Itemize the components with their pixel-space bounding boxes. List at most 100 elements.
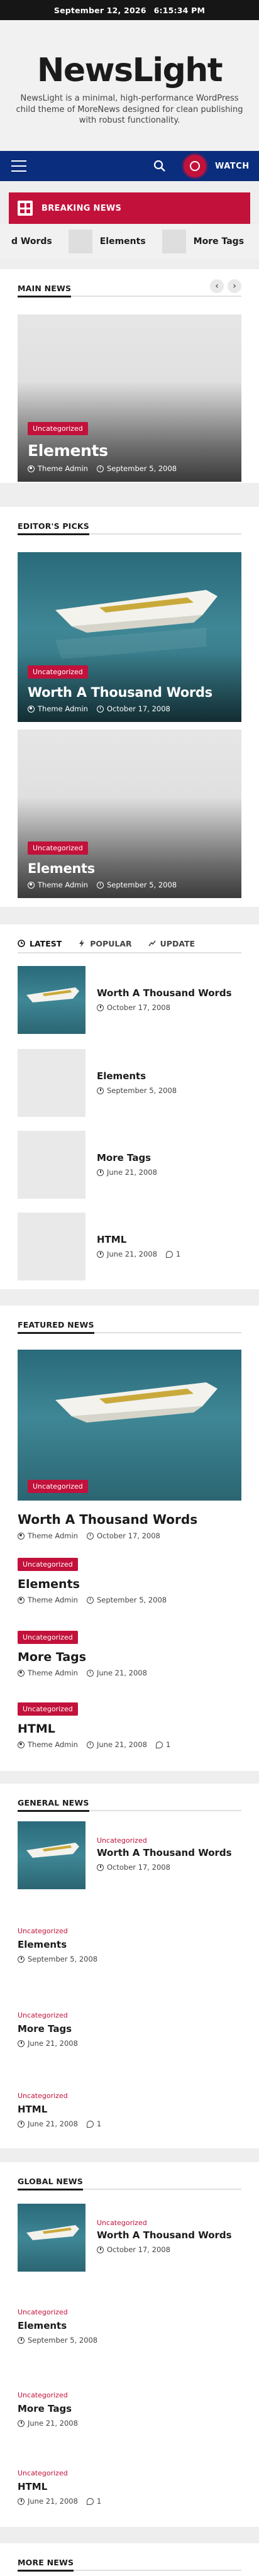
post-date: October 17, 2008	[107, 1863, 170, 1872]
post-title[interactable]: HTML	[97, 1234, 241, 1245]
category-badge[interactable]: Uncategorized	[18, 1631, 78, 1644]
comment-icon	[86, 2120, 94, 2128]
article-title[interactable]: HTML	[18, 1722, 241, 1736]
list-item[interactable]: Worth A Thousand Words October 17, 2008	[18, 966, 241, 1034]
ticker-item[interactable]: d Words	[0, 236, 52, 247]
category-badge[interactable]: Uncategorized	[18, 1702, 78, 1716]
post-title[interactable]: More Tags	[18, 2023, 241, 2035]
ticker-item[interactable]: Elements	[52, 230, 146, 253]
post-thumbnail[interactable]	[18, 1131, 85, 1199]
post-category[interactable]: Uncategorized	[18, 2308, 241, 2316]
post-title[interactable]: Elements	[18, 2320, 241, 2331]
article-title[interactable]: Worth A Thousand Words	[18, 1512, 241, 1527]
article-author[interactable]: Theme Admin	[38, 704, 88, 713]
clock-icon	[18, 2497, 25, 2505]
list-item[interactable]: Uncategorized Worth A Thousand Words Oct…	[18, 1821, 241, 1889]
list-item[interactable]: Uncategorized More Tags June 21, 2008	[18, 2391, 241, 2428]
hamburger-icon[interactable]	[11, 160, 26, 172]
post-category[interactable]: Uncategorized	[18, 1927, 241, 1935]
list-item[interactable]: Uncategorized Elements September 5, 2008	[18, 1927, 241, 1963]
article-author[interactable]: Theme Admin	[28, 1740, 78, 1749]
post-thumbnail[interactable]	[18, 1049, 85, 1117]
comment-count[interactable]: 1	[166, 1740, 170, 1749]
post-category[interactable]: Uncategorized	[18, 2011, 241, 2019]
tab-latest[interactable]: LATEST	[18, 939, 62, 948]
post-category[interactable]: Uncategorized	[97, 1836, 241, 1845]
featured-article: Uncategorized Elements Theme Admin Septe…	[18, 1557, 241, 1604]
category-badge[interactable]: Uncategorized	[28, 665, 88, 679]
article-title[interactable]: Elements	[28, 861, 231, 876]
comment-count[interactable]: 1	[97, 2119, 101, 2128]
list-item[interactable]: Uncategorized Elements September 5, 2008	[18, 2308, 241, 2345]
category-badge[interactable]: Uncategorized	[28, 1480, 88, 1493]
search-icon[interactable]	[153, 160, 166, 172]
post-title[interactable]: Worth A Thousand Words	[97, 2229, 241, 2241]
article-author[interactable]: Theme Admin	[28, 1531, 78, 1540]
post-meta: October 17, 2008	[97, 1003, 241, 1012]
post-title[interactable]: Elements	[18, 1939, 241, 1950]
list-item[interactable]: Uncategorized Worth A Thousand Words Oct…	[18, 2204, 241, 2272]
post-thumbnail[interactable]	[18, 1213, 85, 1280]
post-category[interactable]: Uncategorized	[18, 2469, 241, 2477]
site-branding: NewsLight NewsLight is a minimal, high-p…	[0, 20, 259, 151]
list-item[interactable]: More Tags June 21, 2008	[18, 1131, 241, 1199]
list-item[interactable]: Uncategorized More Tags June 21, 2008	[18, 2011, 241, 2048]
ticker-item[interactable]: More Tags	[146, 230, 244, 253]
clock-icon	[18, 2419, 25, 2427]
post-title[interactable]: Worth A Thousand Words	[97, 1847, 241, 1858]
article-author[interactable]: Theme Admin	[38, 464, 88, 473]
post-thumbnail[interactable]	[18, 966, 85, 1034]
article-date: June 21, 2008	[96, 1668, 147, 1677]
editors-pick-card[interactable]: Uncategorized Elements Theme Admin Septe…	[18, 730, 241, 898]
post-title[interactable]: More Tags	[97, 1152, 241, 1163]
tab-label: LATEST	[30, 938, 62, 948]
site-title[interactable]: NewsLight	[0, 52, 259, 89]
article-author[interactable]: Theme Admin	[38, 880, 88, 889]
author-icon	[28, 465, 35, 472]
post-category[interactable]: Uncategorized	[97, 2219, 241, 2227]
comment-count[interactable]: 1	[97, 2497, 101, 2506]
post-thumbnail[interactable]	[18, 1821, 85, 1889]
post-category[interactable]: Uncategorized	[18, 2092, 241, 2100]
post-date: September 5, 2008	[28, 2336, 98, 2345]
post-title[interactable]: HTML	[18, 2104, 241, 2115]
list-item[interactable]: Uncategorized HTML June 21, 2008 1	[18, 2469, 241, 2506]
post-title[interactable]: Worth A Thousand Words	[97, 987, 241, 999]
tab-update[interactable]: UPDATE	[148, 939, 195, 948]
featured-hero-image[interactable]: Uncategorized	[18, 1350, 241, 1501]
clock-icon	[97, 1087, 104, 1094]
editors-pick-card[interactable]: Uncategorized Worth A Thousand Words The…	[18, 552, 241, 722]
slider-next-button[interactable]: ›	[228, 279, 241, 293]
post-date: October 17, 2008	[107, 2245, 170, 2254]
author-icon	[18, 1596, 25, 1604]
comment-count[interactable]: 1	[176, 1250, 180, 1258]
tab-popular[interactable]: POPULAR	[78, 939, 132, 948]
category-badge[interactable]: Uncategorized	[18, 1558, 78, 1571]
article-title[interactable]: Elements	[28, 441, 231, 460]
list-item[interactable]: Uncategorized HTML June 21, 2008 1	[18, 2092, 241, 2128]
breaking-news-bar: BREAKING NEWS	[9, 192, 250, 224]
section-title: MAIN NEWS	[18, 284, 72, 297]
article-meta: Theme Admin September 5, 2008	[28, 880, 231, 889]
post-title[interactable]: More Tags	[18, 2403, 241, 2414]
list-item[interactable]: Elements September 5, 2008	[18, 1049, 241, 1117]
category-badge[interactable]: Uncategorized	[28, 841, 88, 855]
article-author[interactable]: Theme Admin	[28, 1596, 78, 1604]
clock-icon	[96, 465, 104, 472]
post-date: June 21, 2008	[28, 2497, 78, 2506]
section-title: FEATURED NEWS	[18, 1320, 94, 1334]
main-news-slide[interactable]: Uncategorized Elements Theme Admin Septe…	[18, 314, 241, 482]
article-author[interactable]: Theme Admin	[28, 1668, 78, 1677]
article-title[interactable]: Worth A Thousand Words	[28, 685, 231, 700]
article-date: October 17, 2008	[96, 1531, 160, 1540]
list-item[interactable]: HTML June 21, 2008 1	[18, 1213, 241, 1280]
post-category[interactable]: Uncategorized	[18, 2391, 241, 2399]
post-thumbnail[interactable]	[18, 2204, 85, 2272]
category-badge[interactable]: Uncategorized	[28, 422, 88, 435]
watch-button[interactable]: WATCH	[179, 151, 259, 181]
post-title[interactable]: Elements	[97, 1070, 241, 1082]
slider-prev-button[interactable]: ‹	[210, 279, 224, 293]
post-title[interactable]: HTML	[18, 2481, 241, 2492]
article-title[interactable]: More Tags	[18, 1650, 241, 1664]
article-title[interactable]: Elements	[18, 1577, 241, 1591]
